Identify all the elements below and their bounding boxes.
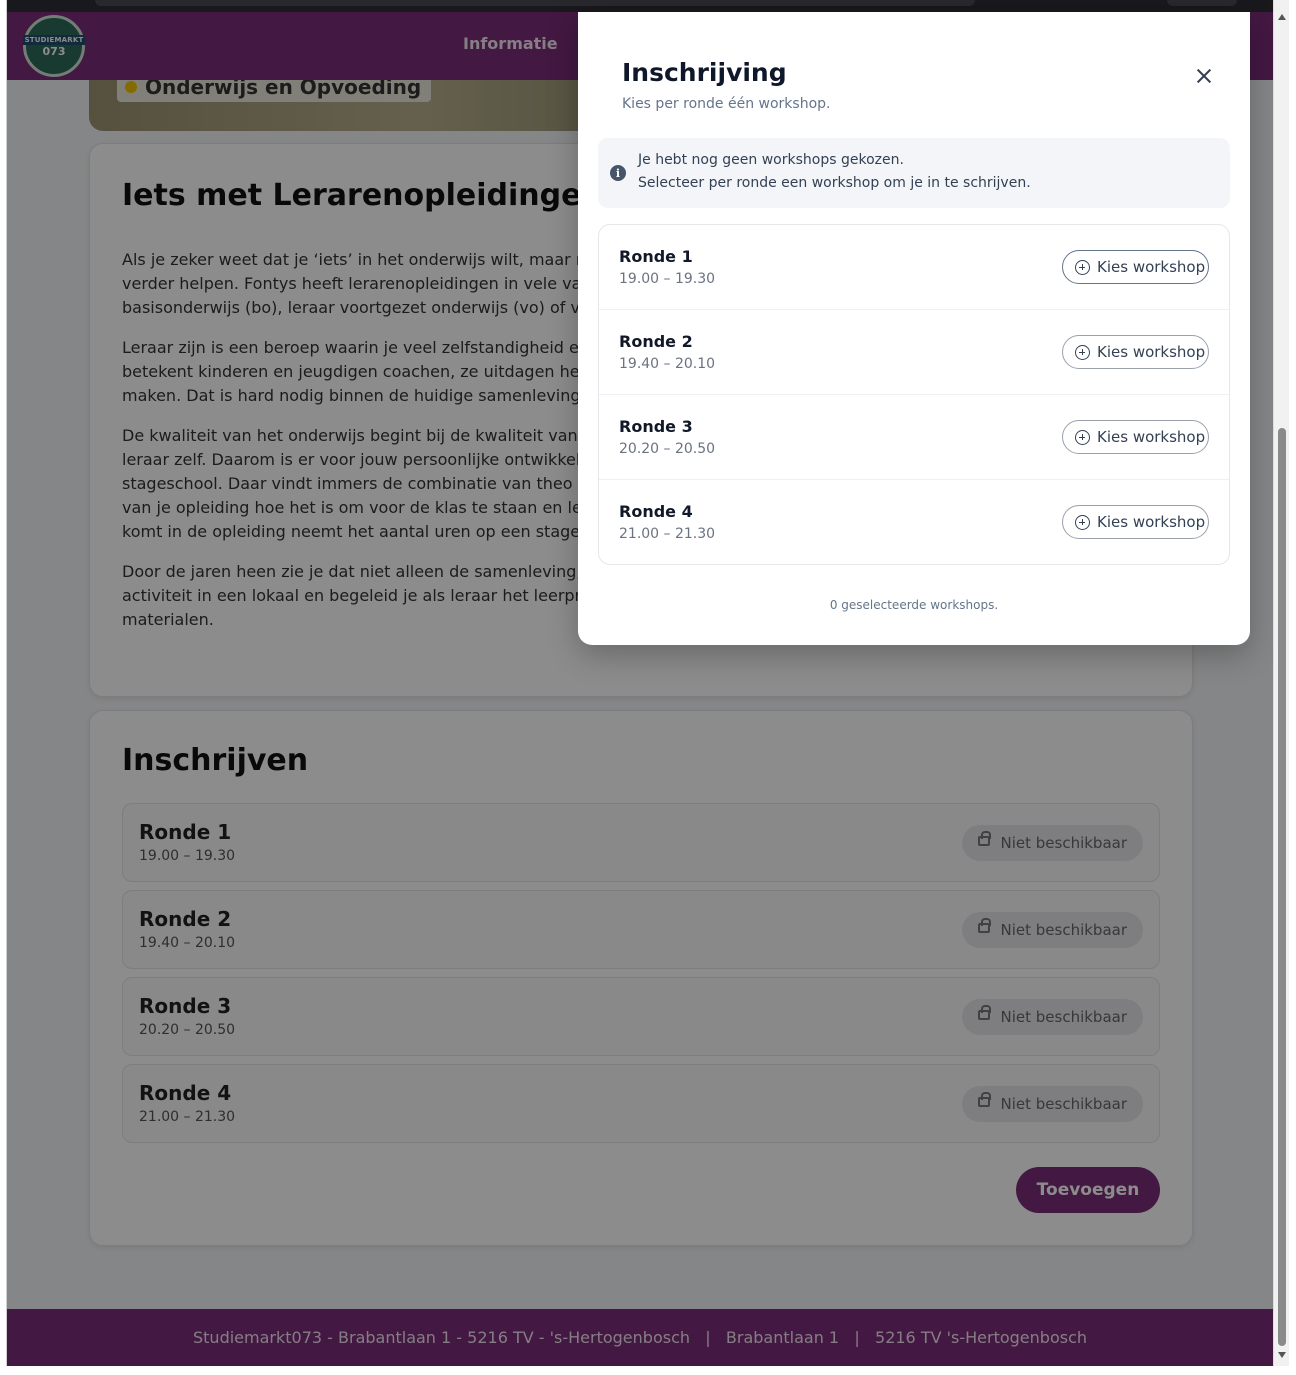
- page-viewport: STUDIEMARKT 073 Informatie Onderwijs en …: [7, 0, 1273, 1366]
- round-name: Ronde 1: [619, 247, 693, 266]
- round-time: 21.00 – 21.30: [619, 526, 716, 542]
- choose-workshop-button[interactable]: Kies workshop: [1062, 420, 1209, 454]
- modal-subtitle: Kies per ronde één workshop.: [622, 96, 831, 112]
- plus-circle-icon: [1075, 430, 1090, 445]
- modal-title: Inschrijving: [622, 58, 787, 87]
- window-bottom-edge: [0, 1366, 1296, 1375]
- list-item: Ronde 1 19.00 – 19.30 Kies workshop: [599, 225, 1229, 310]
- button-label: Kies workshop: [1097, 258, 1206, 276]
- round-name: Ronde 3: [619, 417, 693, 436]
- info-text-line2: Selecteer per ronde een workshop om je i…: [638, 175, 1031, 191]
- info-text-line1: Je hebt nog geen workshops gekozen.: [638, 152, 904, 168]
- button-label: Kies workshop: [1097, 428, 1206, 446]
- scroll-thumb[interactable]: [1278, 428, 1286, 1346]
- close-icon[interactable]: [1194, 66, 1214, 86]
- choose-workshop-button[interactable]: Kies workshop: [1062, 505, 1209, 539]
- choose-workshop-button[interactable]: Kies workshop: [1062, 250, 1209, 284]
- round-time: 19.00 – 19.30: [619, 271, 716, 287]
- plus-circle-icon: [1075, 515, 1090, 530]
- round-name: Ronde 2: [619, 332, 693, 351]
- plus-circle-icon: [1075, 345, 1090, 360]
- page-scrollbar[interactable]: [1273, 0, 1289, 1366]
- window-right-edge: [1289, 0, 1296, 1375]
- selected-count: 0 geselecteerde workshops.: [829, 598, 999, 612]
- scroll-up-arrow-icon[interactable]: [1278, 14, 1286, 20]
- round-time: 19.40 – 20.10: [619, 356, 716, 372]
- round-list: Ronde 1 19.00 – 19.30 Kies workshop Rond…: [598, 224, 1230, 565]
- list-item: Ronde 3 20.20 – 20.50 Kies workshop: [599, 395, 1229, 480]
- round-name: Ronde 4: [619, 502, 693, 521]
- button-label: Kies workshop: [1097, 343, 1206, 361]
- plus-circle-icon: [1075, 260, 1090, 275]
- info-alert: i Je hebt nog geen workshops gekozen. Se…: [598, 138, 1230, 208]
- inschrijving-modal: Inschrijving Kies per ronde één workshop…: [578, 12, 1250, 645]
- choose-workshop-button[interactable]: Kies workshop: [1062, 335, 1209, 369]
- scroll-down-arrow-icon[interactable]: [1278, 1352, 1286, 1358]
- round-time: 20.20 – 20.50: [619, 441, 716, 457]
- list-item: Ronde 4 21.00 – 21.30 Kies workshop: [599, 480, 1229, 564]
- info-icon: i: [610, 165, 626, 181]
- window-left-edge: [0, 0, 7, 1375]
- button-label: Kies workshop: [1097, 513, 1206, 531]
- list-item: Ronde 2 19.40 – 20.10 Kies workshop: [599, 310, 1229, 395]
